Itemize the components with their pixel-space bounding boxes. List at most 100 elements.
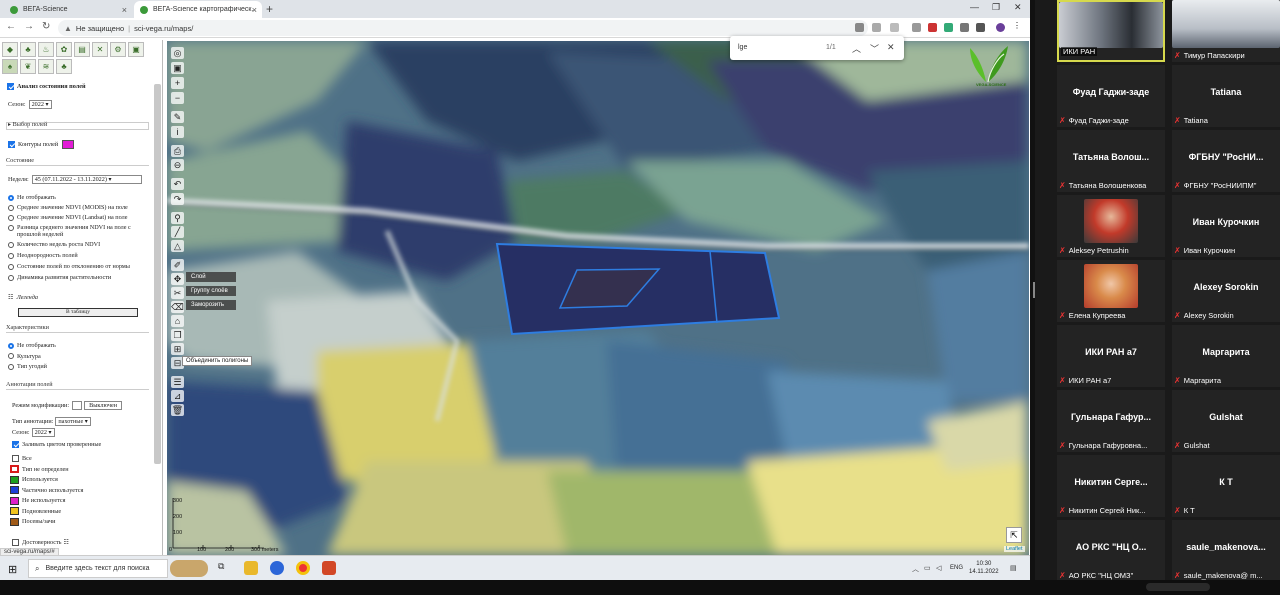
- analysis-title-row[interactable]: Анализ состояния полей: [7, 83, 86, 90]
- radio-button[interactable]: [8, 363, 14, 370]
- zoom-in-button[interactable]: +: [171, 77, 184, 89]
- chevron-up-icon[interactable]: ︿: [852, 42, 861, 55]
- forward-icon[interactable]: →: [24, 21, 34, 32]
- extension-green-icon[interactable]: [944, 23, 953, 32]
- participant-tile[interactable]: Tatiana ✗ Tatiana: [1172, 65, 1280, 127]
- print-icon[interactable]: ⎙: [171, 145, 184, 157]
- chevron-down-icon[interactable]: ﹀: [870, 42, 879, 55]
- satellite-map[interactable]: ◎ ▣ + − ✎ i ⎙ ⊖ ↶ ↷ ⚲ ╱ △ ✐ ✥ ✂ ⌫ ⌂ ❐ ⊞ …: [167, 41, 1029, 555]
- new-tab-button[interactable]: +: [266, 2, 273, 16]
- characteristics-option[interactable]: Не отображать: [8, 342, 56, 349]
- zoom-extent-icon[interactable]: ▣: [171, 62, 184, 74]
- language-indicator[interactable]: ENG: [950, 565, 963, 571]
- share-icon[interactable]: [872, 23, 881, 32]
- fill-checked-row[interactable]: Заливать цветом проверенные: [12, 441, 101, 448]
- annotation-legend-item[interactable]: Посевы/зачи: [10, 517, 55, 526]
- back-icon[interactable]: ←: [6, 21, 16, 32]
- radio-button[interactable]: [8, 224, 14, 231]
- draw-polygon-icon[interactable]: △: [171, 240, 184, 252]
- legend-toggle[interactable]: ☷ Легенда: [8, 294, 38, 301]
- taskbar-search-input[interactable]: ⌕ Введите здесь текст для поиска: [28, 559, 168, 578]
- collapse-icon[interactable]: ⇱: [1006, 527, 1022, 543]
- sidebar-icon[interactable]: [976, 23, 985, 32]
- participant-tile[interactable]: Татьяна Волош... ✗ Татьяна Волошенкова: [1057, 130, 1165, 192]
- find-input[interactable]: lge: [738, 44, 747, 51]
- url-field[interactable]: ▲ Не защищено | sci-vega.ru/maps/: [58, 20, 868, 36]
- profile-avatar[interactable]: [996, 23, 1005, 32]
- chart-icon[interactable]: ⊿: [171, 390, 184, 402]
- tools-icon[interactable]: ✕: [92, 42, 108, 57]
- state-option[interactable]: Разница среднего значения NDVI на поле с: [8, 224, 131, 231]
- analysis-icon[interactable]: ♠: [2, 59, 18, 74]
- field-icon[interactable]: ▤: [74, 42, 90, 57]
- marker-icon[interactable]: ⚲: [171, 212, 184, 224]
- copy-icon[interactable]: ❐: [171, 329, 184, 341]
- annotation-type-select[interactable]: пахотные ▾: [55, 417, 91, 426]
- context-menu-layer-group[interactable]: Группу слоёв: [186, 286, 236, 296]
- participant-tile[interactable]: Никитин Серге... ✗ Никитин Сергей Ник...: [1057, 455, 1165, 517]
- close-icon[interactable]: ×: [122, 5, 127, 15]
- participant-tile[interactable]: ✗ Aleksey Petrushin: [1057, 195, 1165, 257]
- network-icon[interactable]: ▭: [924, 564, 931, 572]
- cut-icon[interactable]: ✂: [171, 287, 184, 299]
- window-icon[interactable]: ▣: [128, 42, 144, 57]
- season-select[interactable]: 2022 ▾: [28, 100, 52, 109]
- zoom-app-icon[interactable]: [270, 561, 284, 575]
- menu-icon[interactable]: ⋮: [1013, 21, 1022, 30]
- erase-icon[interactable]: ⌫: [171, 301, 184, 313]
- modification-toggle[interactable]: [72, 401, 83, 410]
- tab-vega-maps[interactable]: ВЕГА-Science картографическ... ×: [134, 1, 262, 18]
- state-option[interactable]: Неоднородность полей: [8, 252, 78, 259]
- radio-button[interactable]: [8, 252, 14, 259]
- info-icon[interactable]: i: [171, 126, 184, 138]
- radio-button[interactable]: [8, 353, 14, 359]
- draw-line-icon[interactable]: ╱: [171, 226, 184, 238]
- participant-tile[interactable]: Alexey Sorokin ✗ Alexey Sorokin: [1172, 260, 1280, 322]
- tree-icon[interactable]: ♣: [56, 59, 72, 74]
- close-icon[interactable]: ✕: [887, 42, 895, 53]
- ruler-icon[interactable]: ✎: [171, 111, 184, 123]
- panel-scrollbar[interactable]: [154, 84, 161, 464]
- crop-icon[interactable]: ✿: [56, 42, 72, 57]
- file-explorer-icon[interactable]: [244, 561, 258, 575]
- merge-polygons-icon[interactable]: ⊞: [171, 343, 184, 355]
- radio-button[interactable]: [8, 204, 14, 211]
- puzzle-icon[interactable]: [960, 23, 969, 32]
- system-clock[interactable]: 10:30 14.11.2022: [969, 560, 999, 576]
- fill-checked-checkbox[interactable]: [12, 441, 19, 448]
- undo-icon[interactable]: ↶: [171, 178, 184, 190]
- radio-button[interactable]: [8, 342, 14, 349]
- list-icon[interactable]: ☰: [171, 376, 184, 388]
- participant-tile[interactable]: Гульнара Гафур... ✗ Гульнара Гафуровна...: [1057, 390, 1165, 452]
- annotation-legend-item[interactable]: Подновленные: [10, 507, 61, 515]
- redo-icon[interactable]: ↷: [171, 193, 184, 205]
- field-contours-checkbox[interactable]: [8, 141, 15, 148]
- participant-tile[interactable]: Иван Курочкин ✗ Иван Курочкин: [1172, 195, 1280, 257]
- weather-widget-icon[interactable]: [170, 560, 208, 577]
- tray-chevron-icon[interactable]: ︿: [912, 564, 919, 574]
- powerpoint-icon[interactable]: [322, 561, 336, 575]
- harvest-icon[interactable]: ❦: [20, 59, 36, 74]
- state-option[interactable]: Среднее значение NDVI (MODIS) на поле: [8, 204, 128, 211]
- annotation-legend-item[interactable]: Частично используется: [10, 486, 83, 494]
- trash-icon[interactable]: 🗑: [171, 404, 184, 416]
- characteristics-option[interactable]: Тип угодий: [8, 363, 47, 370]
- contour-color-swatch[interactable]: [62, 140, 75, 149]
- all-row[interactable]: Все: [12, 455, 32, 462]
- state-option[interactable]: Состояние полей по отклонению от нормы: [8, 263, 130, 270]
- state-option[interactable]: Количество недель роста NDVI: [8, 241, 100, 248]
- field-contours-row[interactable]: Контуры полей: [8, 140, 75, 149]
- participant-tile[interactable]: Фуад Гаджи-заде ✗ Фуад Гаджи-заде: [1057, 65, 1165, 127]
- leaflet-attribution[interactable]: Leaflet: [1004, 546, 1025, 552]
- reload-icon[interactable]: ↻: [42, 21, 50, 32]
- radio-button[interactable]: [8, 274, 14, 281]
- stack-icon[interactable]: ≋: [38, 59, 54, 74]
- zoom-out-button[interactable]: −: [171, 92, 184, 104]
- reliability-checkbox[interactable]: [12, 539, 19, 546]
- lock-icon[interactable]: ⌂: [171, 315, 184, 327]
- participant-tile[interactable]: АО РКС "НЦ О... ✗ АО РКС "НЦ ОМЗ": [1057, 520, 1165, 582]
- notification-icon[interactable]: ▤: [1010, 564, 1017, 572]
- field-select-toggle[interactable]: ▸ Выбор полей: [8, 121, 47, 128]
- task-view-icon[interactable]: ⧉: [218, 561, 232, 575]
- annotation-season-select[interactable]: 2022 ▾: [31, 428, 55, 437]
